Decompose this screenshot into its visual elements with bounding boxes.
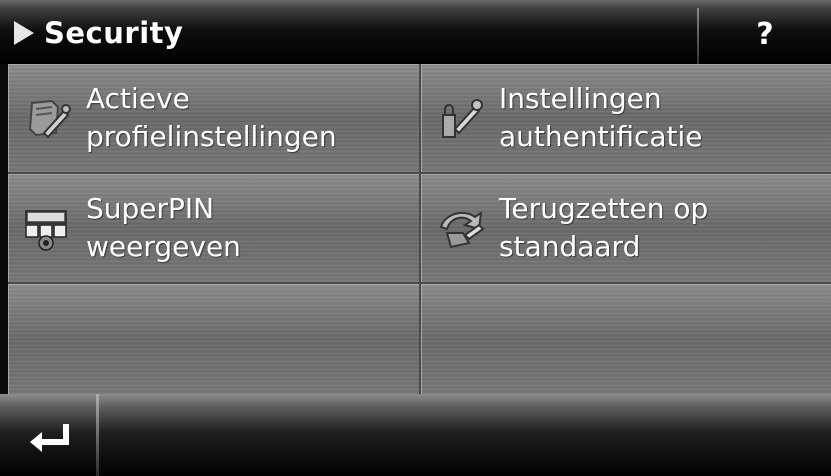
header-bar: Security ?	[0, 0, 831, 64]
menu-item-show-superpin[interactable]: SuperPIN weergeven	[8, 174, 421, 284]
footer-bar	[0, 394, 831, 476]
page-title: Security	[44, 16, 184, 50]
menu-item-empty	[421, 284, 831, 394]
menu-item-reset-to-default[interactable]: Terugzetten op standaard	[421, 174, 831, 284]
help-button[interactable]: ?	[699, 0, 831, 64]
back-arrow-icon	[30, 424, 69, 452]
header-title-area: Security	[0, 0, 697, 64]
menu-grid: Actieve profielinstellingen Instellingen…	[8, 64, 831, 394]
menu-item-active-profile-settings[interactable]: Actieve profielinstellingen	[8, 64, 421, 174]
superpin-icon	[25, 210, 67, 251]
footer-divider	[96, 394, 99, 476]
menu-item-label: Actieve profielinstellingen	[86, 82, 337, 153]
menu-item-empty	[8, 284, 421, 394]
play-arrow-icon	[14, 21, 34, 45]
menu-item-label: Terugzetten op standaard	[499, 192, 709, 263]
reset-default-icon	[439, 210, 485, 249]
authentication-settings-icon	[442, 99, 483, 138]
menu-item-label: SuperPIN weergeven	[86, 192, 241, 263]
help-icon: ?	[756, 16, 774, 52]
profile-settings-icon	[28, 99, 71, 139]
menu-item-authentication-settings[interactable]: Instellingen authentificatie	[421, 64, 831, 174]
back-button[interactable]	[0, 394, 96, 476]
menu-item-label: Instellingen authentificatie	[499, 82, 703, 153]
security-screen: Security ? Actieve profielinstellingen I…	[0, 0, 831, 476]
